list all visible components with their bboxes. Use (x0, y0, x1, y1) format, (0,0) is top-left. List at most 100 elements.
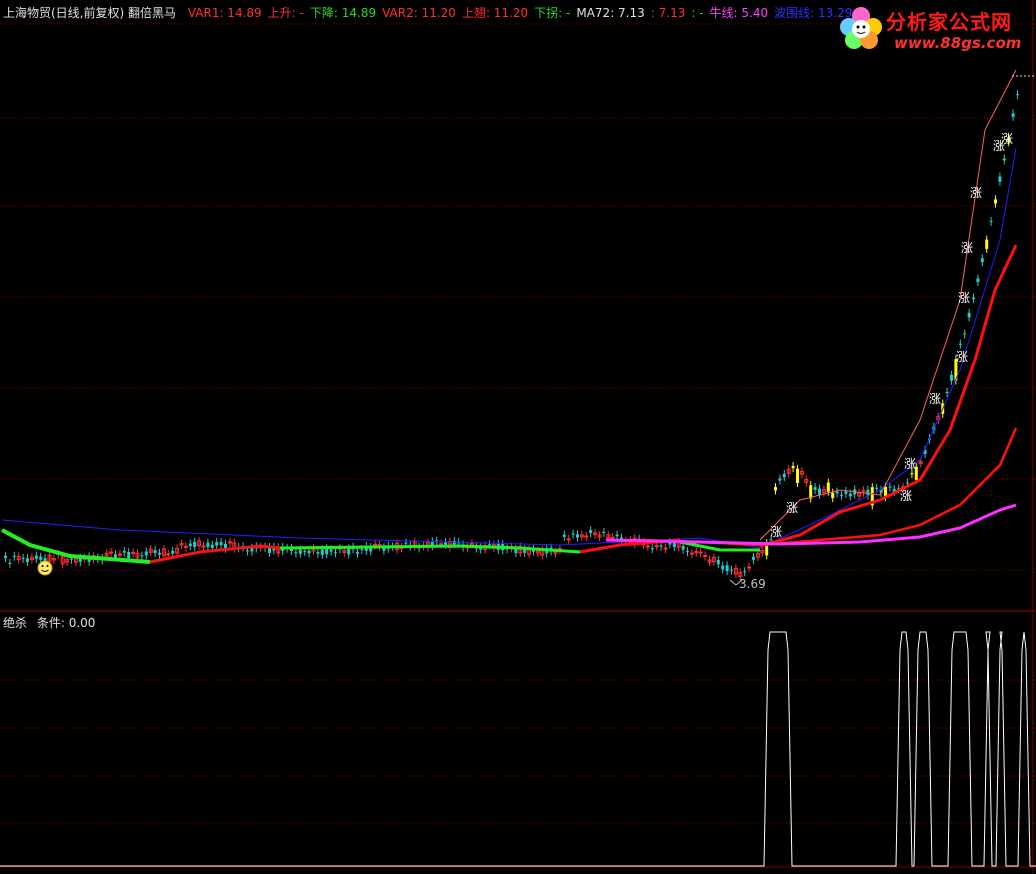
indicator-value: 上翘: 11.20 (461, 6, 529, 20)
candle-body (752, 556, 755, 560)
indicator-value: 牛线: 5.40 (709, 6, 769, 20)
candle-body (215, 541, 219, 546)
candle-body (589, 530, 593, 534)
candle-body (725, 565, 729, 572)
candle-body (298, 549, 302, 554)
candle-body (571, 533, 575, 535)
candle-body (730, 569, 733, 571)
kline-chart[interactable]: 涨涨涨涨涨涨涨涨涨涨涨3.69 (0, 0, 1036, 874)
candle-body (910, 473, 914, 475)
rise-marker: 涨 (900, 488, 912, 503)
site-logo: 分析家公式网 www.88gs.com (836, 2, 1034, 56)
sub-indicator-condition: 条件: 0.00 (36, 616, 96, 630)
rise-marker: 涨 (904, 456, 916, 471)
candle-body (681, 545, 685, 550)
candle-body (703, 554, 708, 557)
smiley-icon (37, 560, 53, 576)
candle-body (945, 391, 949, 393)
rise-marker: 涨 (1001, 131, 1013, 146)
candle-body (127, 551, 131, 559)
candle-body (875, 487, 879, 489)
candle-body (122, 550, 126, 553)
candle-body (444, 542, 447, 545)
candle-body (980, 258, 984, 263)
candle-body (166, 553, 171, 556)
logo-title: 分析家公式网 (886, 10, 1012, 34)
candle-body (950, 374, 953, 381)
candle-body (1011, 113, 1015, 117)
candle-body (645, 545, 650, 548)
candle-body (972, 297, 975, 300)
sub-header: 绝杀 条件: 0.00 (3, 614, 95, 631)
rise-marker: 涨 (956, 349, 968, 364)
candle-body (835, 491, 839, 494)
candle-body (140, 555, 144, 557)
candle-body (831, 492, 835, 499)
candle-body (469, 542, 474, 545)
candle-body (615, 534, 619, 537)
candle-body (743, 571, 747, 573)
candle-body (689, 552, 694, 555)
rise-marker: 涨 (961, 240, 973, 255)
candle-body (747, 566, 752, 569)
candle-body (514, 548, 518, 554)
candle-body (976, 278, 980, 282)
candle-body (813, 487, 817, 490)
candle-body (21, 557, 25, 559)
candle-body (985, 239, 989, 249)
candle-body (840, 494, 843, 496)
candle-body (347, 548, 351, 555)
logo-url: www.88gs.com (894, 34, 1022, 52)
candle-body (844, 491, 848, 494)
candle-body (967, 312, 971, 318)
rise-marker: 涨 (970, 185, 982, 200)
candle-body (201, 545, 206, 548)
candle-body (1016, 94, 1019, 96)
candle-body (566, 538, 571, 541)
candle-body (329, 549, 333, 552)
candle-body (650, 548, 654, 550)
candle-body (716, 560, 720, 565)
candle-body (998, 176, 1002, 182)
indicator-value: 下降: 14.89 (309, 6, 377, 20)
candle-body (294, 552, 298, 554)
candle-body (721, 565, 725, 570)
candle-body (373, 543, 378, 546)
candle-body (193, 541, 197, 547)
candle-body (320, 549, 324, 555)
candle-body (316, 552, 320, 554)
candle-body (307, 550, 311, 554)
candle-body (562, 534, 566, 537)
candle-body (826, 482, 830, 492)
candle-body (360, 549, 364, 551)
candle-body (334, 552, 337, 554)
indicator-value: MA72: 7.13 (576, 6, 645, 20)
rise-marker: 涨 (929, 391, 941, 406)
candle-body (866, 489, 870, 496)
indicator-value: 上升: - (267, 6, 304, 20)
candle-body (989, 220, 993, 222)
candle-body (8, 562, 12, 564)
candle-body (227, 541, 232, 544)
candle-body (488, 544, 491, 546)
candle-body (70, 558, 73, 560)
candle-body (439, 543, 444, 546)
candle-body (782, 473, 786, 478)
candle-body (114, 554, 117, 558)
candle-body (404, 542, 408, 544)
candle-body (158, 552, 161, 555)
candle-body (791, 466, 795, 469)
sub-indicator-name: 绝杀 (3, 616, 28, 630)
candle-body (303, 550, 307, 552)
candle-body (809, 485, 813, 499)
candle-body (153, 550, 157, 554)
candle-body (778, 478, 782, 481)
stock-title: 上海物贸(日线,前复权) 翻倍黑马 (3, 6, 176, 20)
candle-body (654, 545, 659, 548)
indicator-value: : - (691, 6, 704, 20)
indicator-value: VAR1: 14.89 (187, 6, 262, 20)
candle-body (584, 535, 589, 538)
candle-body (1002, 158, 1006, 161)
candle-body (144, 551, 148, 556)
rise-marker: 涨 (786, 500, 798, 515)
